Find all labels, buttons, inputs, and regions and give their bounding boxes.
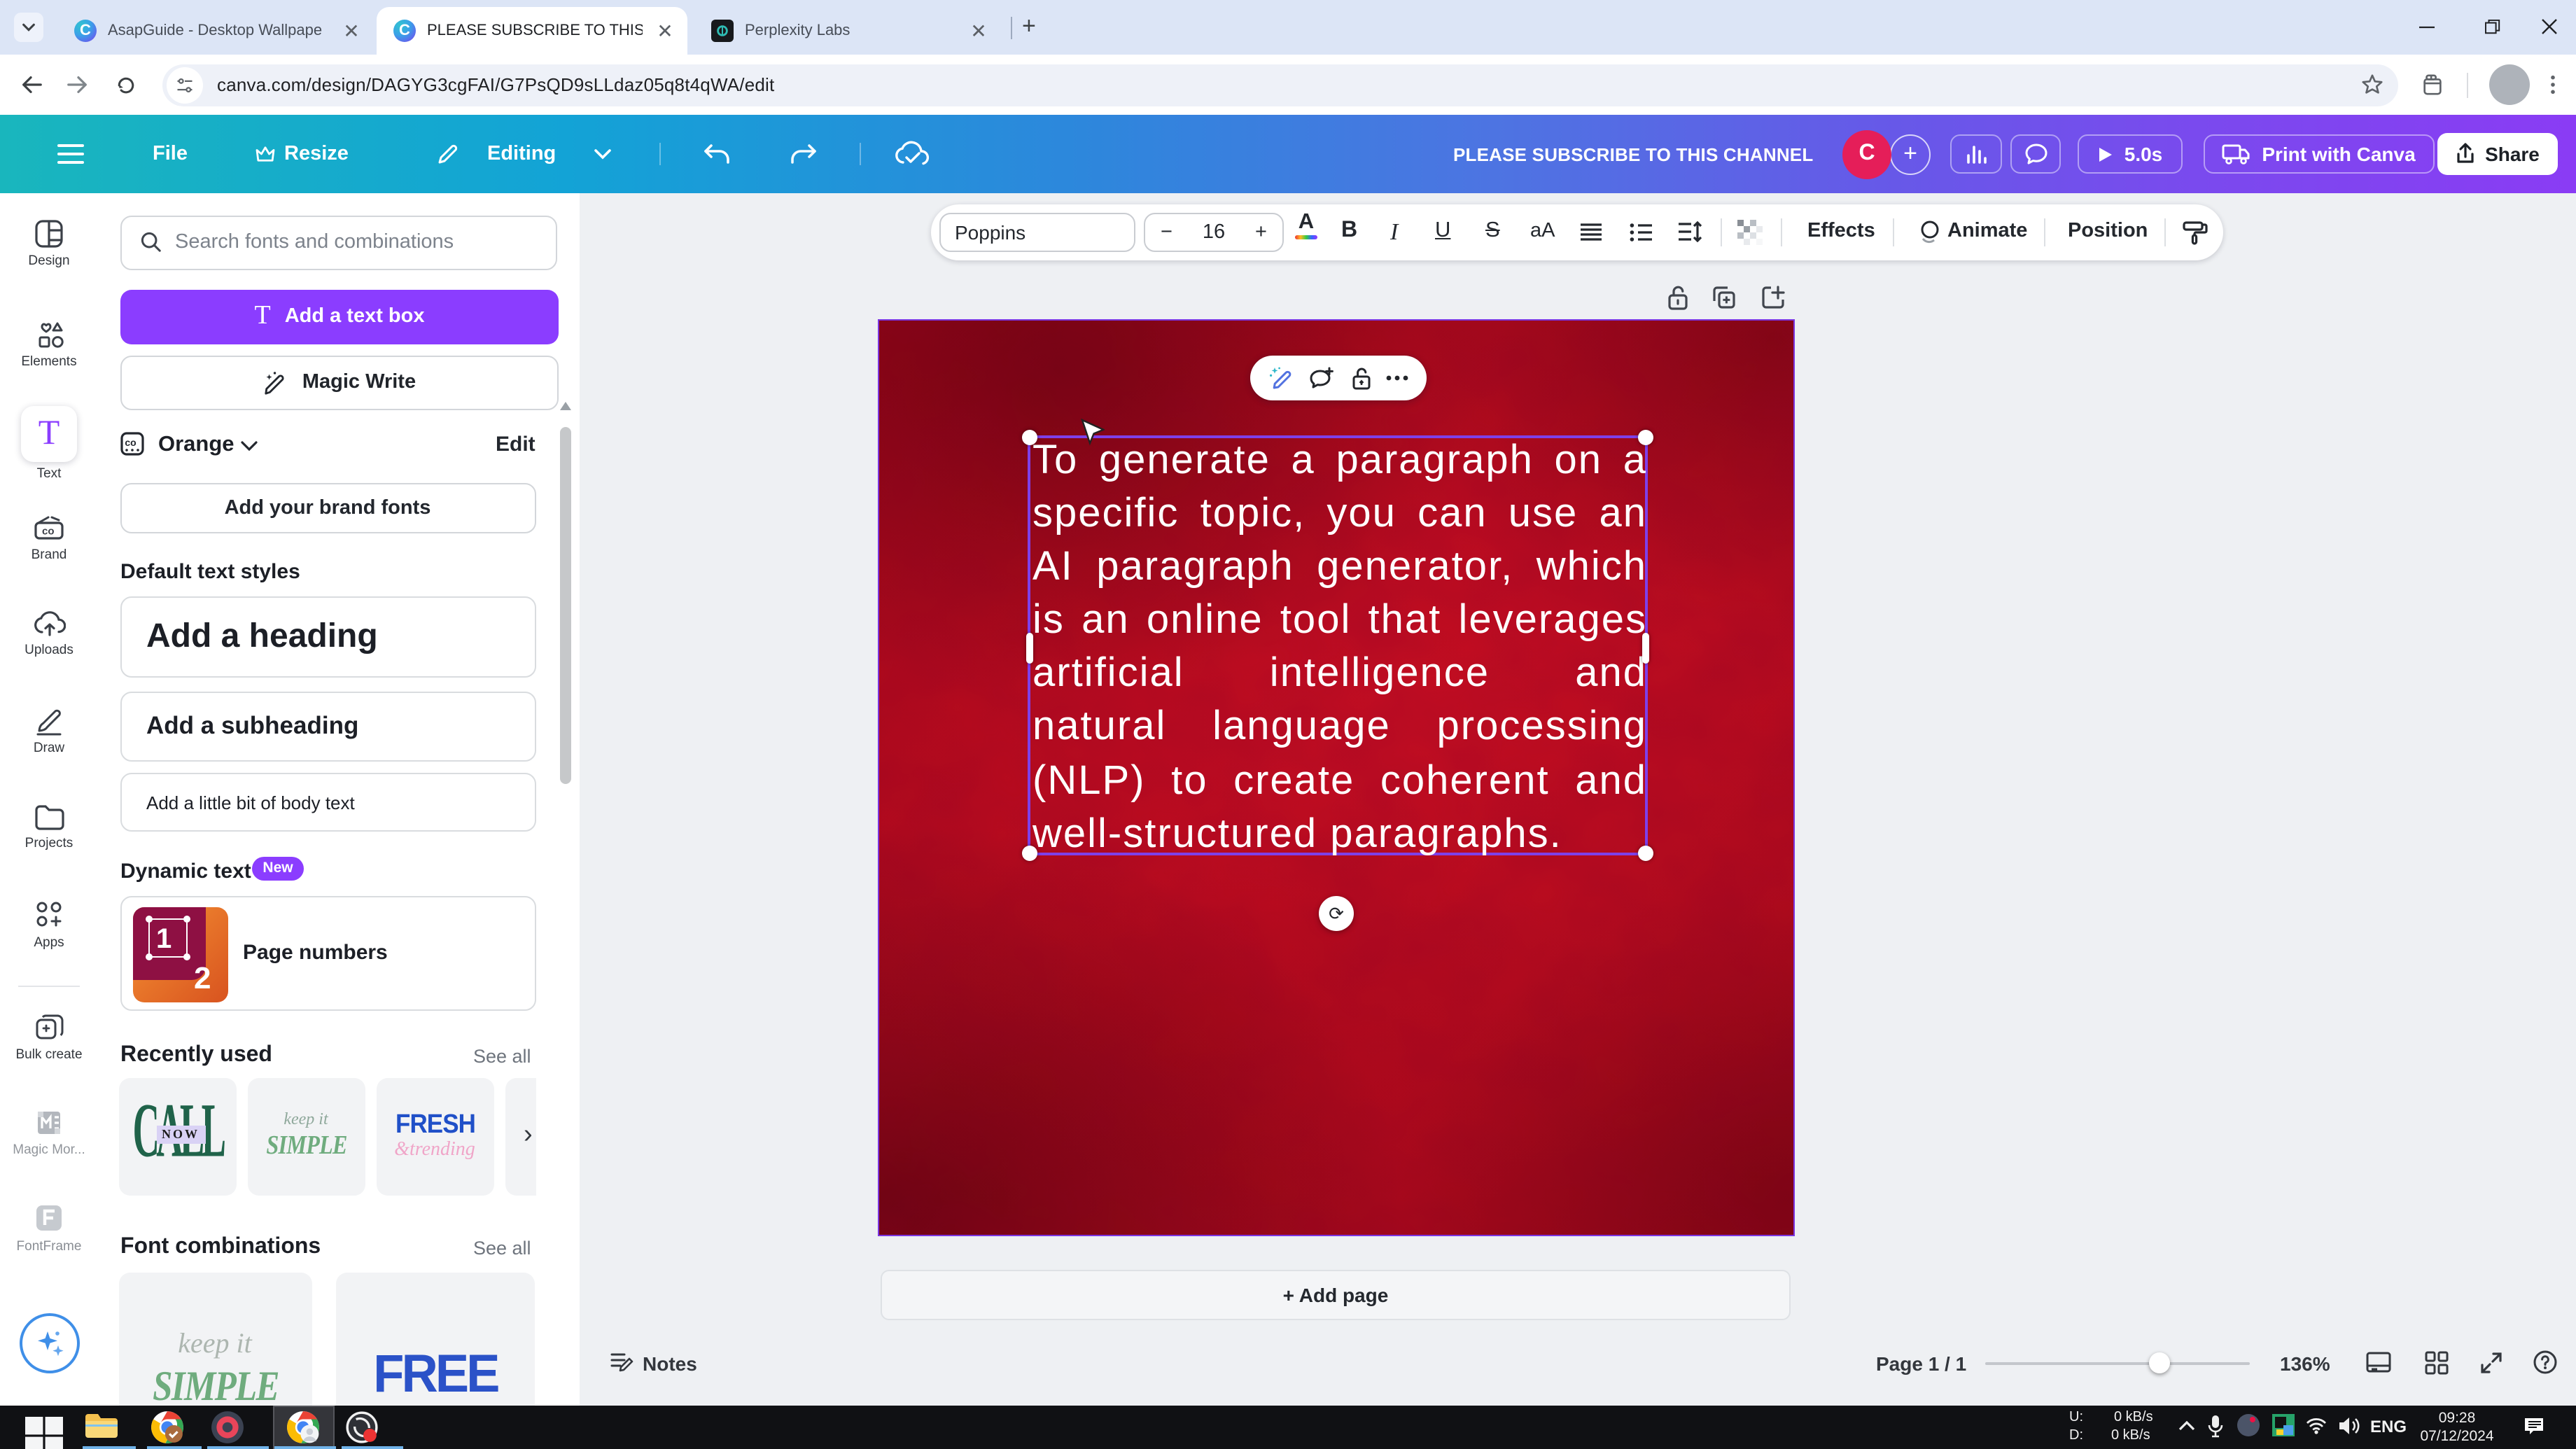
svg-text:co: co <box>42 526 55 538</box>
svg-text:co: co <box>125 436 136 447</box>
